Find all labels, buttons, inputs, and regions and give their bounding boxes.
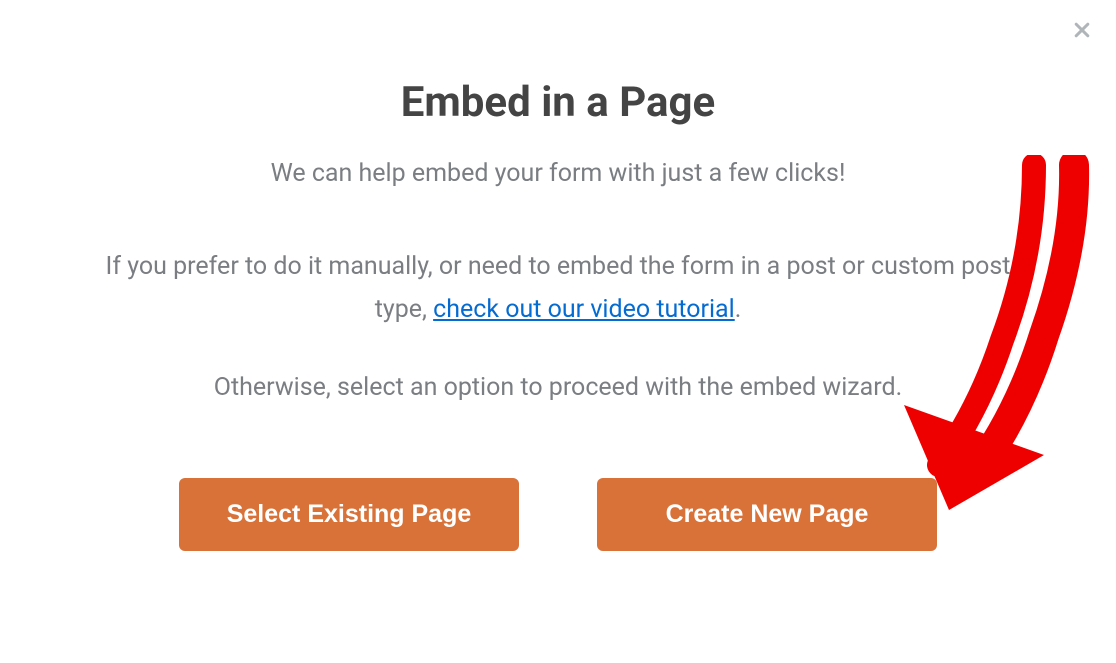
modal-body-2: Otherwise, select an option to proceed w… [100, 367, 1016, 410]
close-button[interactable] [1070, 18, 1094, 42]
close-icon [1072, 20, 1092, 40]
create-new-page-button[interactable]: Create New Page [597, 478, 937, 551]
modal-body-1: If you prefer to do it manually, or need… [100, 246, 1016, 331]
modal-subtitle: We can help embed your form with just a … [100, 159, 1016, 188]
video-tutorial-link[interactable]: check out our video tutorial [433, 295, 735, 324]
body-suffix: . [735, 295, 742, 324]
select-existing-page-button[interactable]: Select Existing Page [179, 478, 519, 551]
embed-modal: Embed in a Page We can help embed your f… [0, 0, 1116, 663]
modal-title: Embed in a Page [100, 78, 1016, 127]
button-row: Select Existing Page Create New Page [100, 478, 1016, 551]
